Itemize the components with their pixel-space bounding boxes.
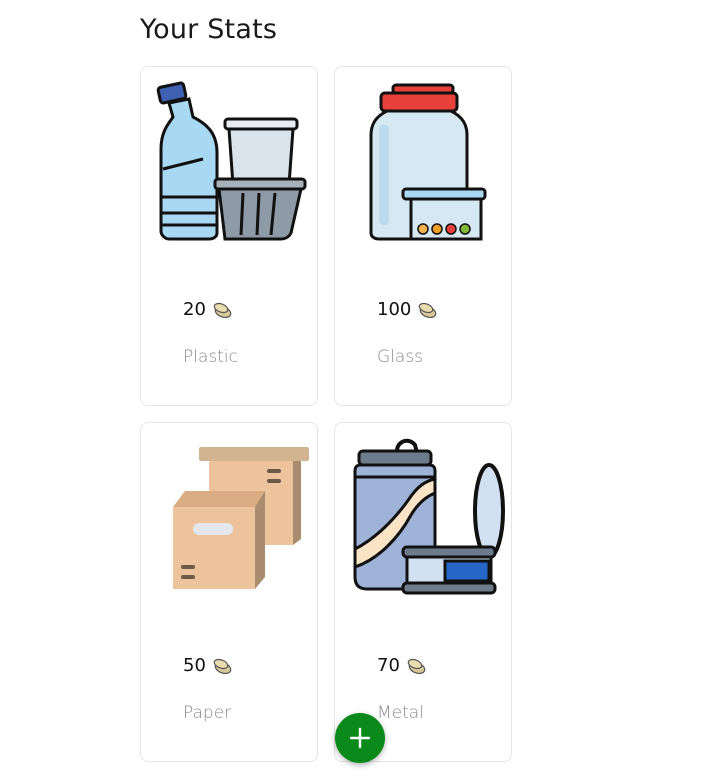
coin-icon <box>407 658 426 674</box>
stat-card-plastic[interactable]: 20 Plastic <box>140 66 318 406</box>
stat-label: Plastic <box>183 347 238 367</box>
stat-count: 70 <box>377 655 428 676</box>
stat-card-paper[interactable]: 50 Paper <box>140 422 318 762</box>
stat-label: Paper <box>183 703 232 723</box>
stat-label: Metal <box>377 703 424 723</box>
coin-icon <box>419 302 437 318</box>
page-title: Your Stats <box>140 14 278 45</box>
cardboard-box-icon <box>173 447 309 589</box>
stat-count-value: 100 <box>377 299 412 320</box>
add-button[interactable] <box>335 713 385 763</box>
stat-card-glass[interactable]: 100 Glass <box>334 66 512 406</box>
stat-count-value: 20 <box>183 299 206 320</box>
stat-count: 100 <box>377 299 439 320</box>
stat-count-value: 70 <box>377 655 400 676</box>
glass-jar-icon <box>369 83 487 241</box>
metal-can-icon <box>353 438 505 595</box>
stat-count-value: 50 <box>183 655 206 676</box>
coin-icon <box>213 658 232 674</box>
stat-count: 50 <box>183 655 234 676</box>
stat-card-metal[interactable]: 70 Metal <box>334 422 512 762</box>
plastic-bottle-icon <box>156 81 307 241</box>
plus-icon <box>349 727 371 749</box>
coin-icon <box>213 302 232 318</box>
stat-label: Glass <box>377 347 424 367</box>
stat-count: 20 <box>183 299 234 320</box>
